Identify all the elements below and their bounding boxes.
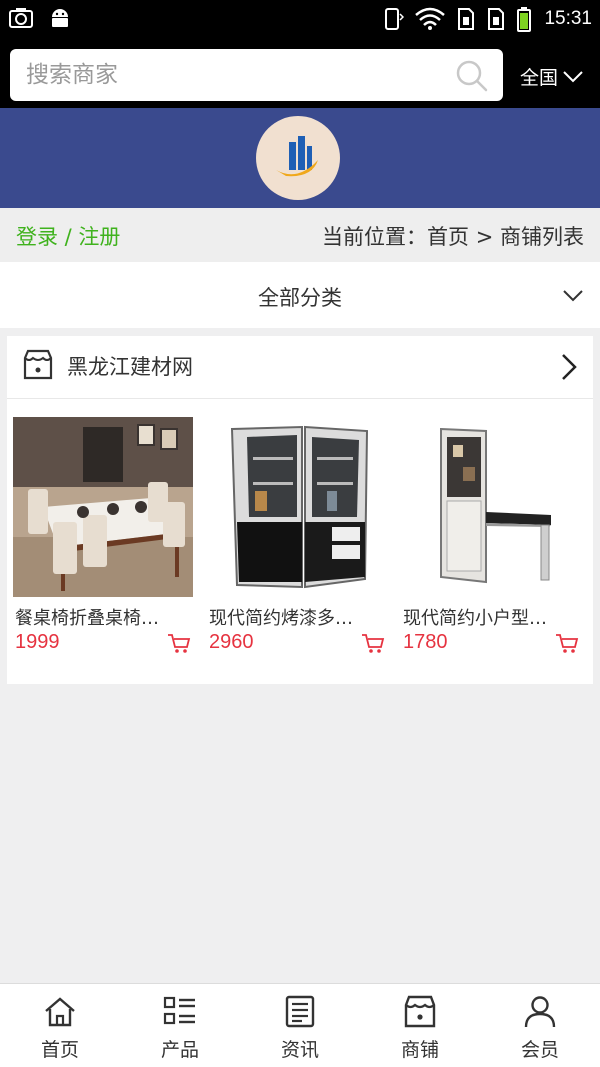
android-icon — [52, 9, 68, 27]
screenshot-icon — [9, 8, 33, 28]
store-icon — [23, 349, 53, 380]
product-image[interactable] — [13, 417, 193, 597]
site-logo — [256, 116, 340, 200]
user-icon — [524, 996, 556, 1028]
product-name[interactable]: 餐桌椅折叠桌椅… — [15, 604, 193, 630]
header: 全国 — [0, 40, 600, 108]
cart-icon[interactable] — [167, 633, 191, 655]
nav-news[interactable]: 资讯 — [240, 984, 360, 1067]
search-box[interactable] — [10, 49, 503, 101]
shop-header[interactable]: 黑龙江建材网 — [7, 336, 593, 399]
banner — [0, 108, 600, 208]
product-price: 1780 — [403, 631, 448, 653]
product-image[interactable] — [207, 417, 387, 597]
home-icon — [45, 997, 75, 1027]
breadcrumb: 当前位置：首页 > 商铺列表 — [322, 225, 584, 249]
nav-label: 产品 — [160, 1039, 199, 1061]
bottom-nav: 首页 产品 资讯 商铺 会员 — [0, 983, 600, 1067]
vibrate-icon — [385, 8, 405, 30]
sim1-icon — [458, 8, 475, 30]
product-image[interactable] — [401, 417, 581, 597]
cart-icon[interactable] — [555, 633, 579, 655]
search-icon[interactable] — [455, 59, 489, 93]
shop-card: 黑龙江建材网 餐桌椅折叠桌椅… 1999 现代简约烤漆多… 2960 现代简约小… — [7, 336, 593, 684]
product-price: 1999 — [15, 631, 60, 653]
category-label: 全部分类 — [258, 286, 342, 310]
product-card[interactable]: 现代简约小户型… 1780 — [401, 417, 581, 653]
wifi-icon — [415, 7, 446, 30]
breadcrumb-bar: 登录 / 注册 当前位置：首页 > 商铺列表 — [0, 208, 600, 262]
nav-label: 首页 — [40, 1039, 79, 1061]
nav-label: 商铺 — [400, 1039, 439, 1061]
chevron-down-icon — [563, 70, 583, 82]
battery-icon — [517, 7, 532, 32]
chevron-down-icon — [563, 290, 583, 302]
product-name[interactable]: 现代简约小户型… — [403, 604, 581, 630]
product-name[interactable]: 现代简约烤漆多… — [209, 604, 387, 630]
product-price: 2960 — [209, 631, 254, 653]
search-input[interactable] — [10, 49, 430, 101]
sim2-icon — [488, 8, 505, 30]
region-selector[interactable]: 全国 — [520, 63, 584, 90]
category-filter[interactable]: 全部分类 — [0, 262, 600, 328]
news-icon — [285, 995, 315, 1028]
nav-member[interactable]: 会员 — [480, 984, 600, 1067]
chevron-right-icon — [562, 354, 577, 380]
nav-products[interactable]: 产品 — [120, 984, 240, 1067]
login-register-link[interactable]: 登录 / 注册 — [16, 221, 120, 251]
nav-label: 资讯 — [280, 1039, 319, 1061]
nav-label: 会员 — [520, 1039, 559, 1061]
product-card[interactable]: 餐桌椅折叠桌椅… 1999 — [13, 417, 193, 653]
region-label: 全国 — [520, 67, 559, 89]
nav-home[interactable]: 首页 — [0, 984, 120, 1067]
clock: 15:31 — [544, 8, 592, 29]
product-card[interactable]: 现代简约烤漆多… 2960 — [207, 417, 387, 653]
shop-name: 黑龙江建材网 — [67, 355, 193, 379]
cart-icon[interactable] — [361, 633, 385, 655]
store-icon — [404, 995, 436, 1028]
nav-stores[interactable]: 商铺 — [360, 984, 480, 1067]
status-bar: 15:31 — [0, 0, 600, 40]
list-icon — [163, 996, 195, 1025]
